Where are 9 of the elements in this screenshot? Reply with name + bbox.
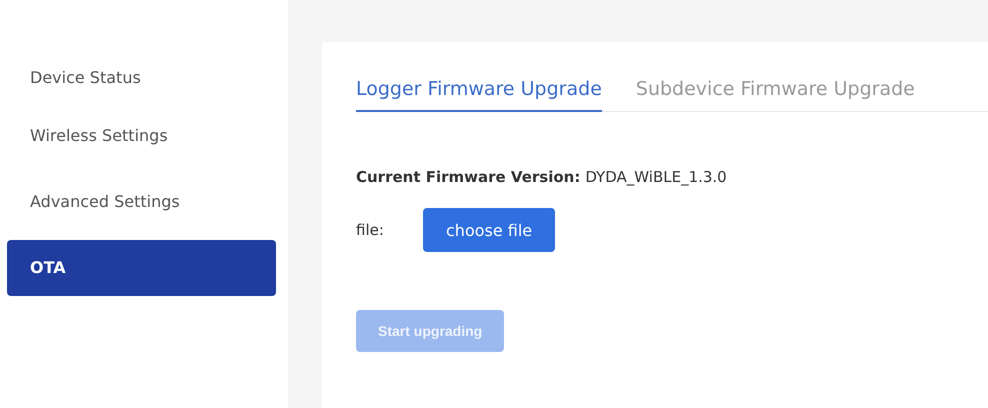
file-label: file: xyxy=(356,221,385,239)
sidebar-item[interactable]: Wireless Settings xyxy=(7,108,276,164)
tab[interactable]: Logger Firmware Upgrade xyxy=(356,78,602,112)
sidebar-item[interactable]: Advanced Settings xyxy=(7,174,276,230)
version-label: Current Firmware Version: xyxy=(356,168,580,186)
sidebar-item[interactable]: OTA xyxy=(7,240,276,296)
choose-file-button[interactable]: choose file xyxy=(423,208,556,252)
version-value: DYDA_WiBLE_1.3.0 xyxy=(585,168,727,186)
sidebar-item[interactable]: Device Status xyxy=(7,58,276,98)
